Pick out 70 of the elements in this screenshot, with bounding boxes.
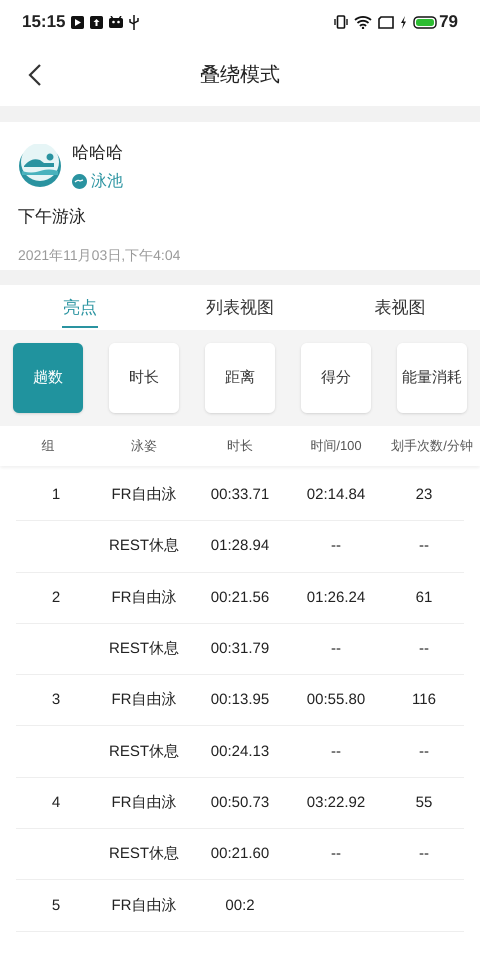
- table-cell: --: [331, 845, 341, 862]
- table-cell: 116: [412, 691, 436, 708]
- column-header: 划手次数/分钟: [390, 437, 474, 456]
- table-cell: 00:13.95: [210, 691, 270, 708]
- column-header: 组: [40, 437, 56, 456]
- swimmer-avatar: [18, 144, 62, 188]
- table-cell: 55: [416, 794, 432, 811]
- filter-button[interactable]: 时长: [109, 343, 179, 413]
- vibrate-icon: [334, 15, 348, 29]
- filter-button[interactable]: 距离: [205, 343, 275, 413]
- table-cell: FR自由泳: [112, 896, 176, 914]
- table-cell: 01:28.94: [210, 537, 270, 554]
- filter-button[interactable]: 能量消耗: [397, 343, 467, 413]
- table-cell: --: [331, 640, 341, 658]
- table-cell: 00:21.56: [210, 588, 270, 606]
- screen-icon: [378, 16, 394, 28]
- table-cell: 02:14.84: [306, 486, 366, 504]
- page-title: 叠绕模式: [200, 63, 280, 88]
- table-cell: FR自由泳: [112, 794, 176, 811]
- column-header: 时长: [226, 437, 254, 456]
- table-cell: 4: [52, 794, 60, 811]
- activity-title: 下午游泳: [18, 206, 87, 228]
- activity-date: 2021年11月03日,下午4:04: [18, 246, 182, 265]
- table-cell: 00:33.71: [210, 486, 270, 504]
- charging-icon: [400, 16, 408, 28]
- user-name: 哈哈哈: [72, 142, 123, 164]
- location-tag: 泳池: [91, 170, 123, 194]
- pool-icon: [72, 174, 87, 189]
- table-cell: --: [331, 742, 341, 760]
- table-cell: 1: [52, 486, 60, 504]
- table-cell: 00:21.60: [210, 845, 270, 862]
- table-cell: --: [419, 742, 429, 760]
- table-cell: REST休息: [108, 742, 179, 760]
- wifi-icon: [354, 15, 372, 29]
- usb-icon: [129, 14, 140, 30]
- table-cell: --: [331, 537, 341, 554]
- table-cell: 5: [52, 896, 60, 914]
- table-cell: 00:2: [225, 896, 255, 914]
- table-cell: REST休息: [108, 537, 179, 554]
- table-cell: --: [419, 537, 429, 554]
- column-header: 泳姿: [130, 437, 158, 456]
- table-cell: 00:31.79: [210, 640, 270, 658]
- table-cell: 00:24.13: [210, 742, 270, 760]
- table-cell: 00:55.80: [306, 691, 366, 708]
- filter-button[interactable]: 得分: [301, 343, 371, 413]
- upload-icon: [90, 16, 104, 28]
- table-cell: 00:50.73: [210, 794, 270, 811]
- table-cell: REST休息: [108, 845, 179, 862]
- table-cell: FR自由泳: [112, 486, 176, 504]
- tab[interactable]: 列表视图: [160, 285, 320, 330]
- battery-icon: [413, 16, 438, 28]
- status-time: 15:15: [22, 11, 66, 34]
- tab[interactable]: 亮点: [0, 285, 160, 330]
- filter-button[interactable]: 趟数: [13, 343, 83, 413]
- table-cell: 23: [416, 486, 432, 504]
- table-cell: FR自由泳: [112, 588, 176, 606]
- table-cell: 3: [52, 691, 60, 708]
- table-cell: REST休息: [108, 640, 179, 658]
- tab[interactable]: 表视图: [320, 285, 480, 330]
- column-header: 时间/100: [309, 437, 363, 456]
- battery-level: 79: [439, 11, 458, 34]
- table-cell: FR自由泳: [112, 691, 176, 708]
- table-cell: --: [419, 640, 429, 658]
- play-icon: [71, 16, 84, 28]
- table-cell: 2: [52, 588, 60, 606]
- table-cell: 01:26.24: [306, 588, 366, 606]
- table-cell: --: [419, 845, 429, 862]
- table-cell: 03:22.92: [306, 794, 366, 811]
- back-icon[interactable]: [28, 63, 42, 87]
- table-cell: 61: [416, 588, 432, 606]
